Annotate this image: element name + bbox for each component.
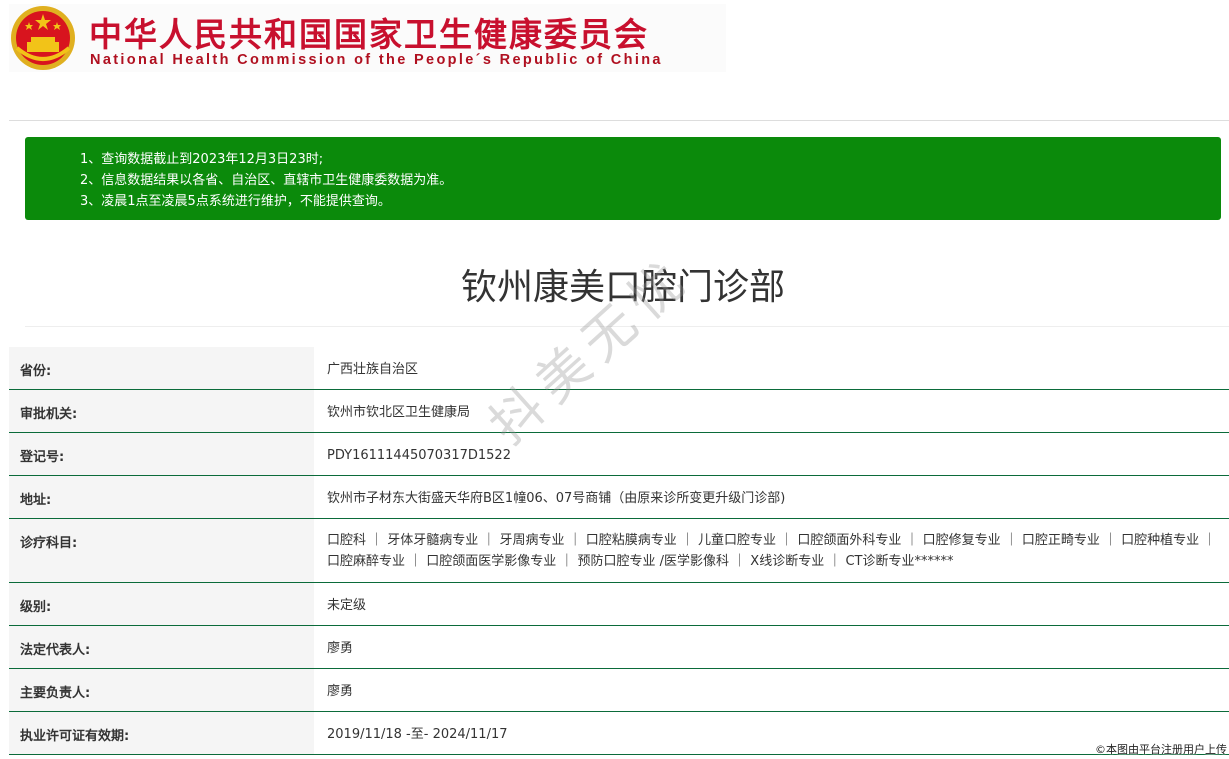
row-label: 主要负责人: xyxy=(9,669,314,711)
row-label: 执业许可证有效期: xyxy=(9,712,314,754)
notice-line: 1、查询数据截止到2023年12月3日23时; xyxy=(80,152,324,167)
table-row: 诊疗科目: 口腔科 ｜ 牙体牙髓病专业 ｜ 牙周病专业 ｜ 口腔粘膜病专业 ｜ … xyxy=(9,519,1229,583)
table-row: 登记号: PDY16111445070317D1522 xyxy=(9,433,1229,476)
table-row: 执业许可证有效期: 2019/11/18 -至- 2024/11/17 xyxy=(9,712,1229,755)
row-label: 地址: xyxy=(9,476,314,518)
page-title: 钦州康美口腔门诊部 xyxy=(460,267,785,308)
title-divider xyxy=(25,326,1229,327)
table-row: 主要负责人: 廖勇 xyxy=(9,669,1229,712)
row-value: 廖勇 xyxy=(327,684,354,699)
row-value: 未定级 xyxy=(327,598,367,613)
row-label: 法定代表人: xyxy=(9,626,314,668)
row-label: 级别: xyxy=(9,583,314,625)
table-row: 法定代表人: 廖勇 xyxy=(9,626,1229,669)
row-value: 广西壮族自治区 xyxy=(327,362,419,377)
notice-line: 3、凌晨1点至凌晨5点系统进行维护，不能提供查询。 xyxy=(80,194,391,209)
national-emblem-icon xyxy=(11,6,75,70)
row-label: 省份: xyxy=(9,347,314,389)
row-value: 钦州市子材东大街盛天华府B区1幢06、07号商铺（由原来诊所变更升级门诊部) xyxy=(327,491,786,506)
table-row: 审批机关: 钦州市钦北区卫生健康局 xyxy=(9,390,1229,433)
table-row: 地址: 钦州市子材东大街盛天华府B区1幢06、07号商铺（由原来诊所变更升级门诊… xyxy=(9,476,1229,519)
row-label: 审批机关: xyxy=(9,390,314,432)
row-value: 2019/11/18 -至- 2024/11/17 xyxy=(327,727,508,742)
upload-credit: ©本图由平台注册用户上传 xyxy=(1095,743,1227,756)
row-label: 登记号: xyxy=(9,433,314,475)
row-value: 钦州市钦北区卫生健康局 xyxy=(327,405,471,420)
notice-banner: 1、查询数据截止到2023年12月3日23时; 2、信息数据结果以各省、自治区、… xyxy=(25,137,1221,220)
row-value: PDY16111445070317D1522 xyxy=(327,448,511,463)
row-value: 口腔科 ｜ 牙体牙髓病专业 ｜ 牙周病专业 ｜ 口腔粘膜病专业 ｜ 儿童口腔专业… xyxy=(327,533,1217,569)
site-title-cn: 中华人民共和国国家卫生健康委员会 xyxy=(89,15,649,54)
table-row: 省份: 广西壮族自治区 xyxy=(9,347,1229,390)
header-divider xyxy=(9,120,1229,121)
site-header: 中华人民共和国国家卫生健康委员会 National Health Commiss… xyxy=(9,4,726,72)
table-row: 级别: 未定级 xyxy=(9,583,1229,626)
row-label: 诊疗科目: xyxy=(9,519,314,582)
row-value: 廖勇 xyxy=(327,641,354,656)
institution-info-table: 省份: 广西壮族自治区 审批机关: 钦州市钦北区卫生健康局 登记号: PDY16… xyxy=(9,347,1229,755)
site-title-en: National Health Commission of the People… xyxy=(90,52,663,68)
notice-line: 2、信息数据结果以各省、自治区、直辖市卫生健康委数据为准。 xyxy=(80,173,453,188)
